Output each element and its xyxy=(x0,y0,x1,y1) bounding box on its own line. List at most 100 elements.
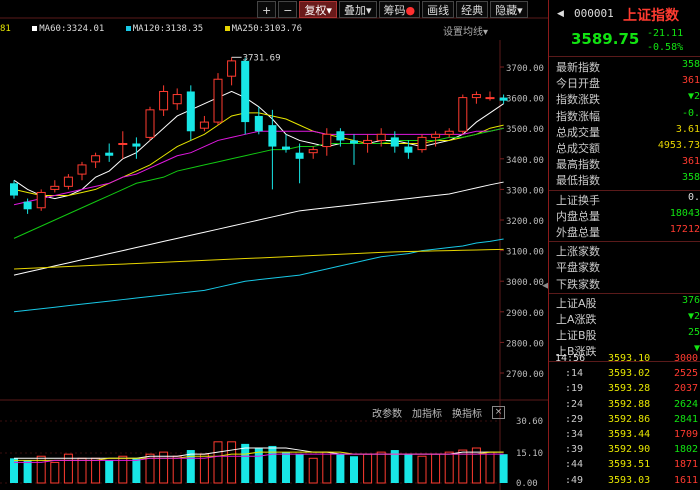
candle-body xyxy=(308,149,318,154)
ma-legend-item: 81 xyxy=(0,24,19,34)
quote-value: 4953.73 xyxy=(657,140,700,151)
volume-bar xyxy=(404,454,413,483)
tick-price: 3593.51 xyxy=(608,459,651,471)
tick-volume: 1611 xyxy=(674,474,699,486)
quote-value: 361 xyxy=(681,75,700,87)
quote-label: 最高指数 xyxy=(556,158,600,172)
tick-price: 3593.02 xyxy=(608,368,651,380)
candle-body xyxy=(458,97,468,132)
edit-params-link[interactable]: 改参数 xyxy=(372,405,402,420)
overlay-button[interactable]: 叠加▾ xyxy=(338,1,377,18)
tick-price: 3592.88 xyxy=(608,398,651,410)
quote-label: 外盘总量 xyxy=(556,226,600,239)
chips-button[interactable]: 筹码● xyxy=(378,1,421,18)
tick-price: 3592.86 xyxy=(608,413,651,425)
classic-button[interactable]: 经典 xyxy=(456,1,489,18)
tick-volume: 2624 xyxy=(674,398,699,410)
candle-body xyxy=(23,201,32,210)
quote-row: 上证A股 376 xyxy=(556,295,700,311)
switch-indicator-link[interactable]: 换指标 xyxy=(452,405,482,420)
price-change-pct: -0.58% xyxy=(647,42,684,53)
quote-label: 上证换手 xyxy=(556,193,600,207)
quote-row: 最低指数 358 xyxy=(556,172,700,188)
tick-row: :39 3592.90 1802 xyxy=(549,444,700,458)
red-dot-icon: ● xyxy=(405,4,416,17)
price-axis-label: 3100.00 xyxy=(506,248,544,258)
quote-row: 指数涨跌 ▼2 xyxy=(556,91,700,107)
candle-body xyxy=(336,131,345,141)
candle-body xyxy=(485,97,495,100)
tick-volume: 2841 xyxy=(674,413,699,425)
candle-body xyxy=(431,133,441,138)
ma-legend-text: MA120:3138.35 xyxy=(132,24,204,34)
quote-row: 总成交量 3.61 xyxy=(556,124,700,140)
tick-row: :29 3592.86 2841 xyxy=(549,414,700,428)
candle-body xyxy=(132,143,141,147)
quote-header: ◀ 000001 上证指数 xyxy=(549,4,700,24)
volume-bar xyxy=(172,455,182,484)
candle-body xyxy=(172,94,182,105)
quote-row: 外盘总量 17212 xyxy=(556,224,700,240)
zoom-in-button[interactable]: + xyxy=(257,1,277,18)
close-icon[interactable]: × xyxy=(492,406,505,419)
tick-time: :39 xyxy=(565,444,584,456)
tick-time: :49 xyxy=(565,474,584,486)
volume-bar xyxy=(241,443,250,483)
candle-body xyxy=(36,191,46,209)
volume-bar xyxy=(431,453,441,484)
quote-label: 指数涨跌 xyxy=(556,93,600,107)
add-indicator-link[interactable]: 加指标 xyxy=(412,405,442,420)
hide-button[interactable]: 隐藏▾ xyxy=(490,1,528,18)
candle-body xyxy=(390,137,399,147)
price-axis-label: 3600.00 xyxy=(506,95,544,105)
tick-row: :14 3593.02 2525 xyxy=(549,368,700,382)
candle-body xyxy=(241,60,250,123)
quote-row: 上涨家数 xyxy=(556,243,700,259)
ma-line xyxy=(13,248,504,270)
price-axis-label: 2900.00 xyxy=(506,309,544,319)
adjust-price-button[interactable]: 复权▾ xyxy=(299,1,337,18)
price-change: -21.11 xyxy=(647,28,684,39)
tick-row: :49 3593.03 1611 xyxy=(549,475,700,489)
price-axis-label: 2800.00 xyxy=(506,339,544,349)
volume-axis-label: 0.00 xyxy=(516,479,538,489)
tick-price: 3593.28 xyxy=(608,383,651,395)
tick-price: 3593.44 xyxy=(608,429,651,440)
ma-settings-dropdown[interactable]: 设置均线▾ xyxy=(443,23,488,38)
draw-line-button[interactable]: 画线 xyxy=(422,1,455,18)
tick-row: :19 3593.28 2037 xyxy=(549,383,700,397)
zoom-out-button[interactable]: − xyxy=(278,1,298,18)
volume-bar xyxy=(23,460,32,483)
divider-line xyxy=(549,56,700,57)
quote-value: 17212 xyxy=(669,224,700,235)
quote-panel: ◀ 000001 上证指数 3589.75 -21.11 -0.58% 最新指数… xyxy=(549,0,700,490)
volume-bar xyxy=(105,460,114,483)
candle-body xyxy=(295,152,304,159)
kline-chart-area[interactable]: 3700.00 3600.00 3500.00 3400.00 3300.00 3200.… xyxy=(0,0,549,490)
price-axis-label: 3300.00 xyxy=(506,186,544,196)
ma-line xyxy=(13,127,504,206)
tick-time: :14 xyxy=(565,368,584,380)
quote-row: 上证换手 0. xyxy=(556,192,700,208)
quote-value: 376 xyxy=(681,294,700,306)
candle-body xyxy=(254,115,263,132)
index-code: 000001 xyxy=(574,7,614,20)
tick-volume: 1802 xyxy=(674,444,699,456)
candle-body xyxy=(376,133,386,141)
tick-time: :34 xyxy=(565,429,584,440)
chart-toolbar: + − 复权▾ 叠加▾ 筹码● 画线 经典 隐藏▾ xyxy=(257,1,530,19)
volume-bar xyxy=(295,454,304,483)
price-axis-label: 3500.00 xyxy=(506,125,544,135)
tick-row: :34 3593.44 1709 xyxy=(549,429,700,443)
tick-row: 14:56 3593.10 3000 xyxy=(549,353,700,367)
volume-bar xyxy=(444,451,454,484)
tick-price: 3593.03 xyxy=(608,474,651,486)
volume-bar xyxy=(227,441,237,484)
ma-line xyxy=(13,238,504,313)
quote-value: ▼2 xyxy=(687,91,700,103)
quote-value: 25 xyxy=(687,327,700,339)
candle-body xyxy=(199,121,209,129)
expand-triangle-icon[interactable]: ◀ xyxy=(557,8,564,19)
volume-bar xyxy=(50,461,60,484)
tick-time: :44 xyxy=(565,459,584,471)
